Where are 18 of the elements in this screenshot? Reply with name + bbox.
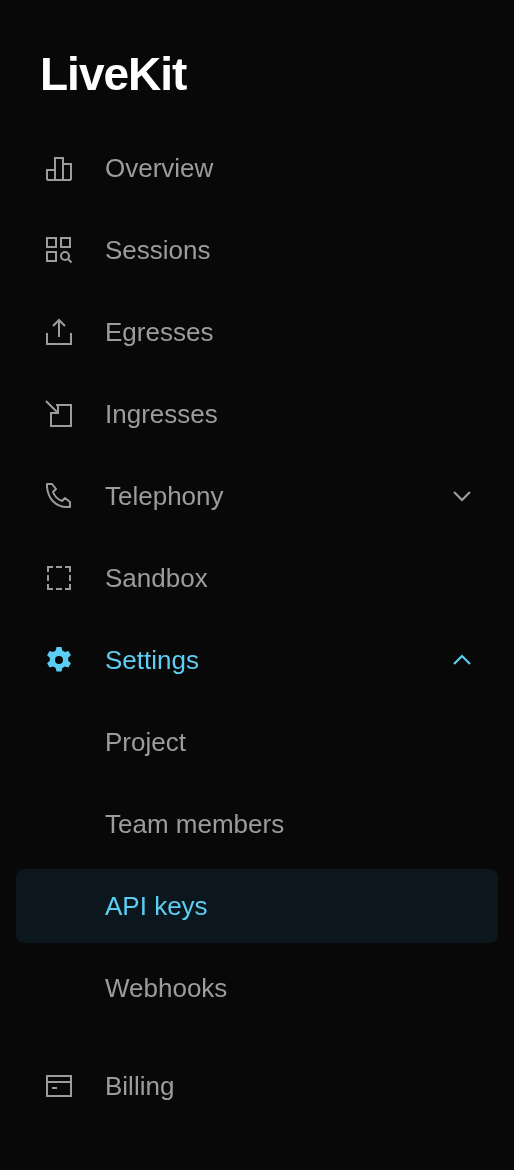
- nav-item[interactable]: Overview: [16, 131, 498, 205]
- nav-item[interactable]: Settings: [16, 623, 498, 697]
- grid-search-icon: [44, 235, 74, 265]
- nav-item[interactable]: Sandbox: [16, 541, 498, 615]
- nav-subitem[interactable]: API keys: [16, 869, 498, 943]
- gear-icon: [44, 645, 74, 675]
- nav-item[interactable]: Telephony: [16, 459, 498, 533]
- nav-subitem[interactable]: Project: [16, 705, 498, 779]
- nav-item[interactable]: Ingresses: [16, 377, 498, 451]
- nav-item[interactable]: Sessions: [16, 213, 498, 287]
- nav-item[interactable]: Billing: [16, 1049, 498, 1123]
- logo: LiveKit: [40, 48, 187, 100]
- nav-subitem[interactable]: Webhooks: [16, 951, 498, 1025]
- nav-subitem[interactable]: Team members: [16, 787, 498, 861]
- phone-icon: [44, 481, 74, 511]
- nav-item[interactable]: Egresses: [16, 295, 498, 369]
- import-icon: [44, 399, 74, 429]
- upload-icon: [44, 317, 74, 347]
